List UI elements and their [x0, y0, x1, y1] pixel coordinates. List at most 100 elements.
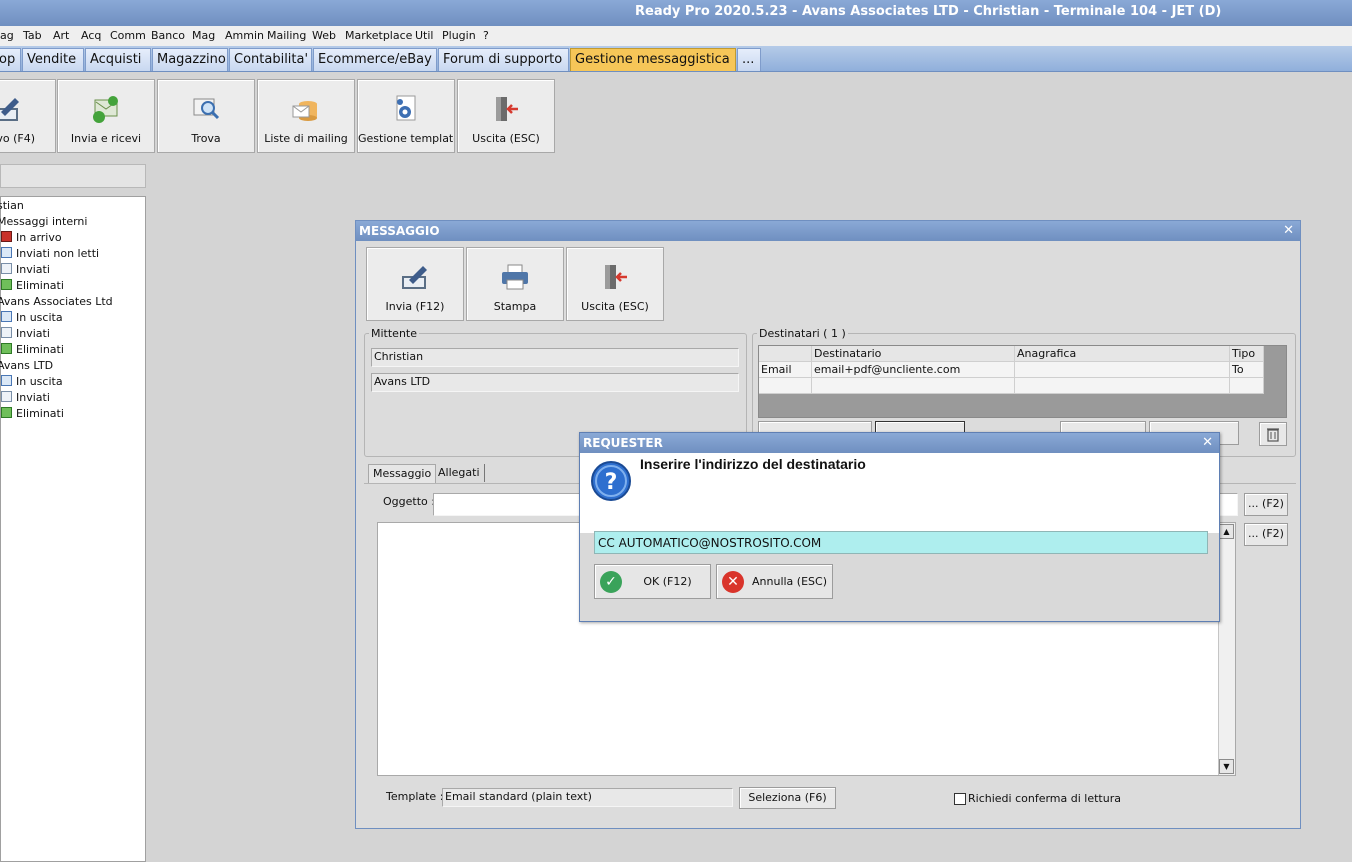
mailing-list-icon [292, 101, 317, 121]
tree-sent[interactable]: Inviati [1, 327, 50, 340]
recipient-address-cell[interactable]: email+pdf@uncliente.com [812, 362, 1015, 378]
close-icon[interactable]: ✕ [1202, 433, 1213, 453]
tree-outbox[interactable]: In uscita [1, 375, 63, 388]
trash-icon [1, 407, 12, 418]
mail-icon [1, 327, 12, 338]
menu-item[interactable]: ? [483, 29, 489, 42]
column-header[interactable]: Tipo [1230, 346, 1264, 362]
mail-icon [1, 263, 12, 274]
ok-button[interactable]: ✓ OK (F12) [594, 564, 711, 599]
menu-item[interactable]: Banco [151, 29, 185, 42]
read-receipt-checkbox[interactable] [954, 793, 966, 805]
template-field[interactable]: Email standard (plain text) [442, 788, 733, 807]
tab-magazzino[interactable]: Magazzino [152, 48, 228, 71]
check-icon: ✓ [600, 571, 622, 593]
tab-more[interactable]: ... [737, 48, 761, 71]
recipient-address-input[interactable] [594, 531, 1208, 554]
printer-icon [502, 264, 528, 290]
exit-door-icon [496, 97, 518, 121]
subject-f2-button[interactable]: ... (F2) [1244, 493, 1288, 516]
message-window-title: MESSAGGIO [359, 224, 440, 238]
tab-contabilita[interactable]: Contabilita' [229, 48, 312, 71]
tree-sent[interactable]: Inviati [1, 263, 50, 276]
menu-item[interactable]: Mag [192, 29, 215, 42]
menu-item[interactable]: Art [53, 29, 69, 42]
tab-attachments[interactable]: Allegati [434, 464, 485, 482]
recipient-type-cell[interactable]: To [1230, 362, 1264, 378]
menu-item[interactable]: Plugin [442, 29, 476, 42]
requester-title-bar: REQUESTER ✕ [580, 433, 1219, 453]
cancel-button[interactable]: ✕ Annulla (ESC) [716, 564, 833, 599]
tree-account[interactable]: Avans LTD [0, 359, 53, 372]
tree-sent[interactable]: Inviati [1, 391, 50, 404]
edit-icon [402, 266, 427, 289]
menu-bar: ag Tab Art Acq Comm Banco Mag Ammin Mail… [0, 26, 1352, 46]
requester-message-area: ? Inserire l'indirizzo del destinatario [580, 453, 1219, 533]
body-f2-button[interactable]: ... (F2) [1244, 523, 1288, 546]
select-template-button[interactable]: Seleziona (F6) [739, 787, 836, 809]
send-receive-button[interactable]: Invia e ricevi [57, 79, 155, 153]
tab-vendite[interactable]: Vendite [22, 48, 84, 71]
menu-item[interactable]: Comm [110, 29, 146, 42]
menu-item[interactable]: Util [415, 29, 433, 42]
cancel-icon: ✕ [722, 571, 744, 593]
template-gear-icon [396, 95, 416, 121]
template-label: Template : [384, 790, 446, 803]
menu-item[interactable]: Marketplace [345, 29, 412, 42]
menu-item[interactable]: ag [0, 29, 14, 42]
sender-name-field[interactable]: Christian [371, 348, 739, 367]
requester-question: Inserire l'indirizzo del destinatario [640, 456, 866, 472]
exit-button[interactable]: Uscita (ESC) [566, 247, 664, 321]
delete-recipient-button[interactable] [1259, 422, 1287, 446]
edit-icon [0, 98, 19, 121]
question-icon: ? [591, 461, 631, 501]
folder-tree: stian Messaggi interni In arrivo Inviati… [0, 196, 146, 862]
tree-outbox[interactable]: In uscita [1, 311, 63, 324]
tree-deleted[interactable]: Eliminati [1, 343, 64, 356]
menu-item[interactable]: Tab [23, 29, 42, 42]
find-button[interactable]: Trova [157, 79, 255, 153]
tree-inbox[interactable]: In arrivo [1, 231, 62, 244]
recipients-label: Destinatari ( 1 ) [757, 327, 848, 340]
tree-account[interactable]: Avans Associates Ltd [0, 295, 113, 308]
message-window-title-bar: MESSAGGIO ✕ [356, 221, 1300, 241]
tab-gestione-messaggistica[interactable]: Gestione messaggistica [570, 48, 736, 71]
tree-user[interactable]: stian [0, 199, 24, 212]
tab-forum[interactable]: Forum di supporto [438, 48, 569, 71]
column-header[interactable]: Anagrafica [1015, 346, 1230, 362]
folder-search-box[interactable] [0, 164, 146, 188]
template-management-button[interactable]: Gestione template [357, 79, 455, 153]
tree-deleted[interactable]: Eliminati [1, 407, 64, 420]
menu-item[interactable]: Web [312, 29, 336, 42]
recipient-registry-cell[interactable] [1015, 362, 1230, 378]
tab-shop[interactable]: op [0, 48, 21, 71]
sender-company-field[interactable]: Avans LTD [371, 373, 739, 392]
scroll-up-arrow[interactable]: ▲ [1219, 524, 1234, 539]
send-button[interactable]: Invia (F12) [366, 247, 464, 321]
exit-button[interactable]: Uscita (ESC) [457, 79, 555, 153]
recipient-channel-cell[interactable]: Email [759, 362, 812, 378]
scroll-down-arrow[interactable]: ▼ [1219, 759, 1234, 774]
tree-deleted[interactable]: Eliminati [1, 279, 64, 292]
tree-sent-unread[interactable]: Inviati non letti [1, 247, 99, 260]
close-icon[interactable]: ✕ [1283, 221, 1294, 241]
requester-dialog: REQUESTER ✕ ? Inserire l'indirizzo del d… [579, 432, 1220, 622]
tab-message[interactable]: Messaggio [368, 464, 437, 483]
module-tab-bar: op Vendite Acquisti Magazzino Contabilit… [0, 46, 1352, 72]
menu-item[interactable]: Acq [81, 29, 101, 42]
tab-ecommerce[interactable]: Ecommerce/eBay [313, 48, 437, 71]
vertical-scrollbar[interactable]: ▲ ▼ [1218, 523, 1235, 775]
tab-acquisti[interactable]: Acquisti [85, 48, 151, 71]
print-button[interactable]: Stampa [466, 247, 564, 321]
mailing-lists-button[interactable]: Liste di mailing [257, 79, 355, 153]
column-header[interactable]: Destinatario [812, 346, 1015, 362]
menu-item[interactable]: Mailing [267, 29, 306, 42]
search-icon [193, 98, 220, 120]
new-button[interactable]: vo (F4) [0, 79, 56, 153]
sender-label: Mittente [369, 327, 419, 340]
recipients-grid: Destinatario Anagrafica Tipo Email email… [758, 345, 1287, 418]
tree-internal-messages[interactable]: Messaggi interni [0, 215, 87, 228]
read-receipt-label[interactable]: Richiedi conferma di lettura [966, 792, 1123, 805]
menu-item[interactable]: Ammin [225, 29, 264, 42]
mail-icon [1, 247, 12, 258]
